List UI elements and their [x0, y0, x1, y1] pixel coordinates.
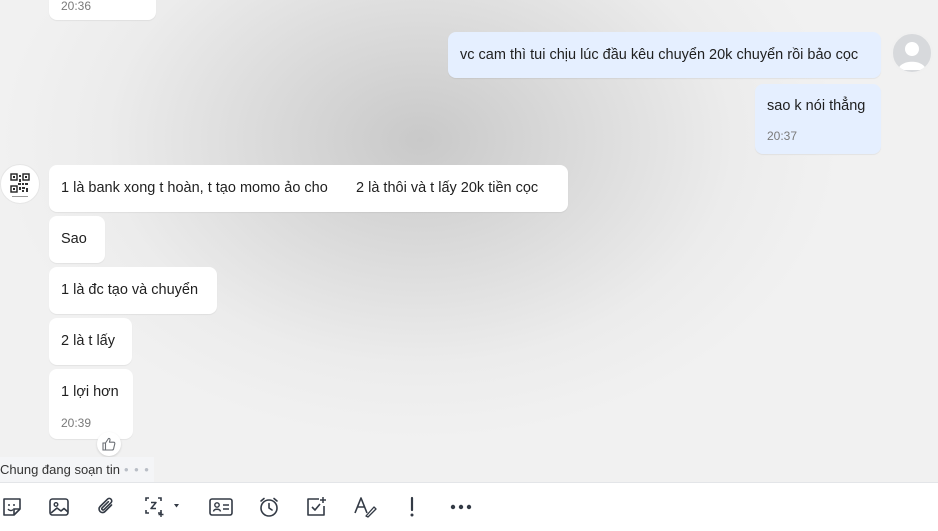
screenshot-icon	[145, 497, 179, 517]
reminder-button[interactable]	[257, 493, 281, 521]
format-text-button[interactable]	[352, 493, 378, 521]
message-text: 2 là t lấy	[61, 333, 115, 349]
attach-file-button[interactable]	[95, 493, 119, 521]
composer-toolbar	[0, 482, 938, 531]
sender-avatar[interactable]	[0, 164, 40, 204]
message-text: vc cam thì tui chịu lúc đầu kêu chuyển 2…	[460, 47, 859, 63]
message-text: 1 là đc tạo và chuyển	[61, 282, 199, 298]
incoming-message[interactable]: 1 là đc tạo và chuyển	[49, 267, 217, 314]
typing-text: Chung đang soạn tin	[0, 462, 120, 477]
task-icon	[307, 497, 326, 516]
message-time: 20:39	[61, 416, 92, 430]
image-button[interactable]	[47, 493, 71, 521]
message-text: sao k nói thẳng	[767, 98, 866, 114]
sticker-button[interactable]	[0, 493, 24, 521]
image-icon	[49, 498, 69, 516]
contact-card-icon	[209, 498, 233, 516]
my-avatar[interactable]	[891, 32, 933, 74]
reminder-icon	[260, 497, 278, 517]
typing-dots: • • •	[123, 462, 150, 477]
message-bubble-partial[interactable]: 20:36	[49, 0, 156, 20]
user-silhouette-icon	[898, 42, 926, 70]
task-button[interactable]	[304, 493, 328, 521]
sticker-icon	[3, 498, 21, 516]
more-button[interactable]	[448, 493, 474, 521]
message-text: Sao	[61, 231, 87, 247]
typing-indicator: Chung đang soạn tin • • •	[0, 457, 154, 482]
more-icon	[450, 504, 472, 510]
qr-code-icon	[10, 173, 30, 197]
urgent-icon	[410, 496, 414, 517]
incoming-message[interactable]: Sao	[49, 216, 105, 263]
incoming-message[interactable]: 2 là t lấy	[49, 318, 132, 365]
message-text: 1 là bank xong t hoàn, t tạo momo ảo cho…	[61, 180, 539, 196]
react-like-button[interactable]	[97, 432, 121, 456]
mark-urgent-button[interactable]	[402, 493, 422, 521]
attachment-icon	[98, 497, 113, 514]
message-time: 20:36	[61, 0, 92, 13]
thumbs-up-icon	[102, 437, 116, 451]
message-time: 20:37	[767, 129, 798, 143]
contact-card-button[interactable]	[208, 493, 234, 521]
chat-area: 20:36 vc cam thì tui chịu lúc đầu kêu ch…	[0, 0, 938, 482]
screenshot-button[interactable]	[143, 493, 185, 521]
message-text: 1 lợi hơn	[61, 384, 119, 400]
outgoing-message[interactable]: vc cam thì tui chịu lúc đầu kêu chuyển 2…	[448, 32, 881, 78]
incoming-message[interactable]: 1 là bank xong t hoàn, t tạo momo ảo cho…	[49, 165, 568, 212]
incoming-message[interactable]: 1 lợi hơn 20:39	[49, 369, 133, 439]
outgoing-message[interactable]: sao k nói thẳng 20:37	[755, 84, 881, 154]
format-text-icon	[354, 497, 377, 518]
